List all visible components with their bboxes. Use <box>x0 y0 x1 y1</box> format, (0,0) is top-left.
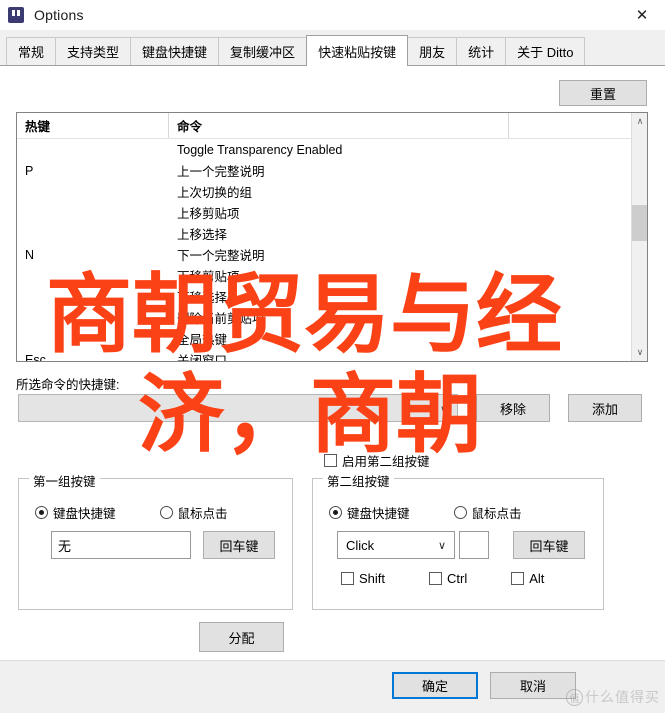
radio-label: 鼠标点击 <box>471 507 522 521</box>
table-row[interactable]: 下移选择 <box>17 286 632 307</box>
checkbox-box <box>429 572 443 585</box>
checkbox-box <box>511 572 525 585</box>
radio-indicator <box>453 506 467 519</box>
radio-mouse-click-2[interactable]: 鼠标点击 <box>453 503 566 522</box>
table-row[interactable]: 上次切换的组 <box>17 181 632 202</box>
checkbox-ctrl[interactable]: Ctrl <box>429 571 467 586</box>
chevron-down-icon: ∨ <box>437 540 446 552</box>
chevron-down-icon: ∨ <box>439 404 448 416</box>
cell-hotkey: Esc <box>25 352 46 362</box>
checkbox-label: Alt <box>529 571 545 586</box>
second-key-set-group: 第二组按键 键盘快捷键 鼠标点击 Click ∨ 回车键 Shift Ctrl … <box>312 471 604 610</box>
hotkey-list-body: Toggle Transparency Enabled P 上一个完整说明 上次… <box>17 139 632 362</box>
cell-command: 上一个完整说明 <box>177 165 265 179</box>
ok-button[interactable]: 确定 <box>392 672 478 699</box>
enter-key-button-2[interactable]: 回车键 <box>513 531 585 559</box>
column-header-command: 命令 <box>169 113 509 138</box>
first-key-set-title: 第一组按键 <box>29 471 100 490</box>
tab-quick-paste-keys[interactable]: 快速粘贴按键 <box>306 35 409 66</box>
radio-label: 键盘快捷键 <box>347 507 410 521</box>
cell-hotkey: P <box>25 163 34 178</box>
tab-friends[interactable]: 朋友 <box>407 37 458 65</box>
checkbox-box <box>324 454 337 467</box>
cell-command: 下移剪贴项 <box>177 270 240 284</box>
table-row[interactable]: 上移选择 <box>17 223 632 244</box>
checkbox-alt[interactable]: Alt <box>511 571 544 586</box>
cell-command: 下移选择 <box>177 291 228 305</box>
radio-indicator <box>329 506 342 519</box>
tab-copy-buffers[interactable]: 复制缓冲区 <box>218 37 308 65</box>
tab-stats[interactable]: 统计 <box>456 37 507 65</box>
cell-command: 上移选择 <box>177 228 228 242</box>
assign-button[interactable]: 分配 <box>199 622 284 652</box>
radio-indicator <box>35 506 48 519</box>
cell-hotkey: N <box>25 247 35 262</box>
cell-command: Toggle Transparency Enabled <box>177 142 343 157</box>
column-header-spacer <box>509 113 647 138</box>
radio-label: 鼠标点击 <box>177 507 228 521</box>
column-header-hotkey: 热键 <box>17 113 169 138</box>
tab-keyboard-shortcuts[interactable]: 键盘快捷键 <box>130 37 220 65</box>
shortcut-label: 所选命令的快捷键: <box>16 378 120 392</box>
enable-second-set-label: 启用第二组按键 <box>342 455 430 469</box>
radio-keyboard-shortcut-1[interactable]: 键盘快捷键 <box>35 503 160 522</box>
checkbox-shift[interactable]: Shift <box>341 571 385 586</box>
chevron-up-icon[interactable]: ∧ <box>632 113 647 130</box>
close-icon[interactable]: ✕ <box>619 0 665 30</box>
radio-mouse-click-1[interactable]: 鼠标点击 <box>159 503 272 522</box>
shortcut-combo[interactable]: ∨ <box>18 394 458 422</box>
click-extra-field[interactable] <box>459 531 489 559</box>
ditto-quote-icon <box>8 7 24 23</box>
second-key-set-radios: 键盘快捷键 鼠标点击 <box>329 503 619 522</box>
tab-general[interactable]: 常规 <box>6 37 57 65</box>
cell-command: 关闭窗口 <box>177 354 228 361</box>
tab-supported-types[interactable]: 支持类型 <box>55 37 132 65</box>
hotkey-list[interactable]: 热键 命令 Toggle Transparency Enabled P 上一个完… <box>16 112 648 362</box>
table-row[interactable]: P 上一个完整说明 <box>17 160 632 181</box>
hotkey-list-header: 热键 命令 <box>17 113 647 139</box>
click-type-combo[interactable]: Click ∨ <box>337 531 455 559</box>
table-row[interactable]: 全局热键 <box>17 328 632 349</box>
reset-button[interactable]: 重置 <box>559 80 647 106</box>
table-row[interactable]: Toggle Transparency Enabled <box>17 139 632 160</box>
cancel-button[interactable]: 取消 <box>490 672 576 699</box>
table-row[interactable]: N 下一个完整说明 <box>17 244 632 265</box>
cell-command: 删除当前剪贴项 <box>177 312 265 326</box>
radio-keyboard-shortcut-2[interactable]: 键盘快捷键 <box>329 503 454 522</box>
cell-command: 上移剪贴项 <box>177 207 240 221</box>
table-row[interactable]: 下移剪贴项 <box>17 265 632 286</box>
tab-bar: 常规 支持类型 键盘快捷键 复制缓冲区 快速粘贴按键 朋友 统计 关于 Ditt… <box>0 30 665 66</box>
title-bar: Options ✕ <box>0 0 665 30</box>
first-key-set-radios: 键盘快捷键 鼠标点击 <box>35 503 308 522</box>
table-row[interactable]: 上移剪贴项 <box>17 202 632 223</box>
first-key-set-group: 第一组按键 键盘快捷键 鼠标点击 无 回车键 <box>18 471 293 610</box>
tab-about-ditto[interactable]: 关于 Ditto <box>505 37 586 65</box>
modifier-checkboxes: Shift Ctrl Alt <box>341 571 588 586</box>
options-dialog: Options ✕ 常规 支持类型 键盘快捷键 复制缓冲区 快速粘贴按键 朋友 … <box>0 0 665 713</box>
radio-indicator <box>159 506 173 519</box>
key-input-1[interactable]: 无 <box>51 531 191 559</box>
cell-command: 下一个完整说明 <box>177 249 265 263</box>
checkbox-box <box>341 572 354 585</box>
list-scrollbar[interactable]: ∧ ∨ <box>631 113 647 361</box>
second-key-set-title: 第二组按键 <box>323 471 394 490</box>
checkbox-label: Shift <box>359 571 386 586</box>
quick-paste-keys-panel: 重置 热键 命令 Toggle Transparency Enabled P 上… <box>0 66 665 660</box>
table-row[interactable]: Esc 关闭窗口 <box>17 349 632 362</box>
cell-command: 上次切换的组 <box>177 186 253 200</box>
checkbox-label: Ctrl <box>447 571 468 586</box>
chevron-down-icon[interactable]: ∨ <box>632 344 647 361</box>
enter-key-button-1[interactable]: 回车键 <box>203 531 275 559</box>
enable-second-set-checkbox[interactable]: 启用第二组按键 <box>324 451 430 470</box>
cell-command: 全局热键 <box>177 333 228 347</box>
remove-button[interactable]: 移除 <box>476 394 550 422</box>
dialog-footer: 确定 取消 <box>0 660 665 713</box>
add-button[interactable]: 添加 <box>568 394 642 422</box>
window-title: Options <box>34 7 84 23</box>
click-type-value: Click <box>346 537 375 553</box>
scrollbar-thumb[interactable] <box>632 205 647 241</box>
radio-label: 键盘快捷键 <box>53 507 116 521</box>
table-row[interactable]: 删除当前剪贴项 <box>17 307 632 328</box>
